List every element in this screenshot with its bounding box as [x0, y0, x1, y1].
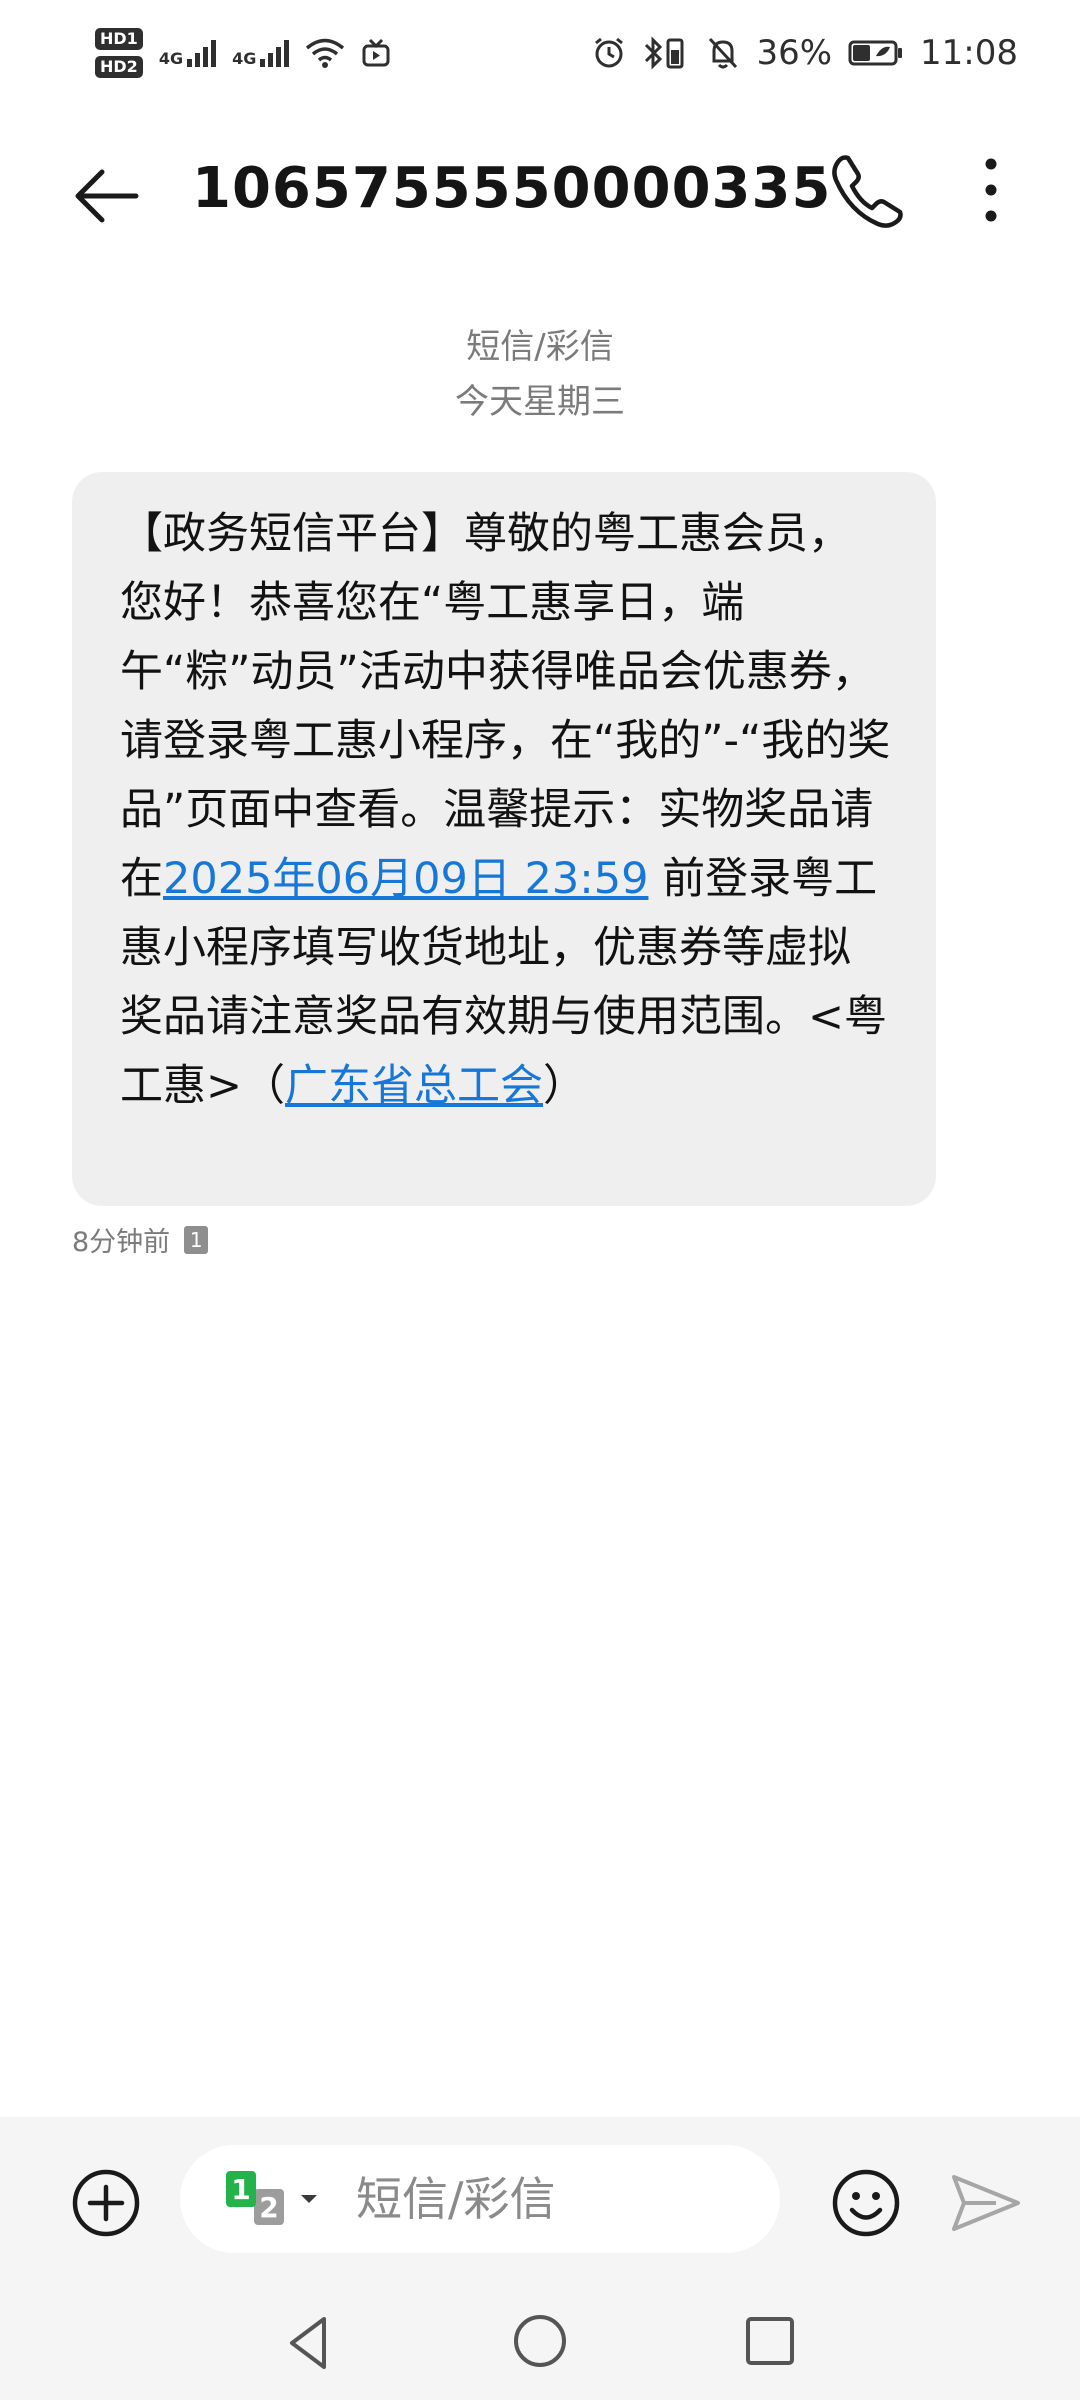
back-arrow-icon[interactable] — [66, 156, 146, 236]
sim-card-icon: 2 1 — [226, 2171, 290, 2227]
system-navbar — [0, 2285, 1080, 2400]
more-vertical-icon[interactable] — [966, 150, 1016, 230]
message-bubble[interactable]: 【政务短信平台】尊敬的粤工惠会员，您好！恭喜您在“粤工惠享日，端午“粽”动员”活… — [72, 472, 936, 1206]
hd-indicators: HD1 HD2 — [95, 27, 143, 78]
network-type-1: 4G — [158, 48, 184, 68]
sim1-indicator: 1 — [226, 2171, 256, 2207]
nav-back-icon[interactable] — [280, 2313, 340, 2373]
status-bar: HD1 HD2 4G 4G 36% 11:08 — [0, 0, 1080, 105]
emoji-icon[interactable] — [830, 2167, 902, 2239]
wifi-icon — [306, 38, 345, 68]
conversation-meta: 短信/彩信 今天星期三 — [0, 320, 1080, 430]
message-text-part1: 【政务短信平台】尊敬的粤工惠会员，您好！恭喜您在“粤工惠享日，端午“粽”动员”活… — [120, 509, 891, 904]
network-type-2: 4G — [232, 48, 257, 68]
phone-icon[interactable] — [826, 150, 906, 230]
message-text: 【政务短信平台】尊敬的粤工惠会员，您好！恭喜您在“粤工惠享日，端午“粽”动员”活… — [120, 500, 892, 1121]
battery-icon — [848, 40, 903, 65]
chevron-down-icon — [301, 2195, 317, 2203]
sim2-indicator: 2 — [254, 2189, 284, 2225]
org-link[interactable]: 广东省总工会 — [285, 1061, 543, 1111]
hd2-badge: HD2 — [95, 55, 143, 78]
bluetooth-battery-icon — [645, 35, 684, 70]
nav-recent-icon[interactable] — [744, 2315, 796, 2367]
date-label: 今天星期三 — [455, 382, 625, 422]
add-circle-icon[interactable] — [70, 2167, 142, 2239]
send-icon[interactable] — [948, 2167, 1024, 2239]
status-right: 36% 11:08 — [592, 33, 1018, 73]
composer-bar: 2 1 — [0, 2117, 1080, 2285]
message-input-container: 2 1 — [180, 2145, 780, 2253]
channel-label: 短信/彩信 — [466, 327, 614, 367]
status-left: HD1 HD2 4G 4G — [95, 27, 391, 78]
signal-bars-icon — [187, 39, 217, 67]
tv-app-icon — [362, 38, 390, 66]
conversation-header: 1065755550000335 — [0, 120, 1080, 260]
hd1-badge: HD1 — [95, 27, 143, 50]
mute-icon — [709, 37, 738, 68]
battery-percent: 36% — [756, 32, 833, 73]
message-info: 8分钟前 1 — [72, 1220, 209, 1259]
sim-slot-badge: 1 — [184, 1225, 209, 1254]
message-input[interactable] — [354, 2171, 688, 2227]
signal-sim2: 4G — [232, 39, 290, 68]
message-text-part3: ） — [543, 1061, 587, 1111]
contact-number[interactable]: 1065755550000335 — [192, 156, 831, 221]
signal-bars-icon — [260, 39, 290, 67]
sim-selector[interactable]: 2 1 — [226, 2171, 320, 2227]
clock: 11:08 — [920, 32, 1018, 73]
signal-sim1: 4G — [158, 39, 217, 68]
message-time: 8分钟前 — [72, 1227, 171, 1258]
alarm-icon — [595, 37, 624, 67]
date-link[interactable]: 2025年06月09日 23:59 — [163, 854, 648, 904]
nav-home-icon[interactable] — [510, 2311, 570, 2371]
